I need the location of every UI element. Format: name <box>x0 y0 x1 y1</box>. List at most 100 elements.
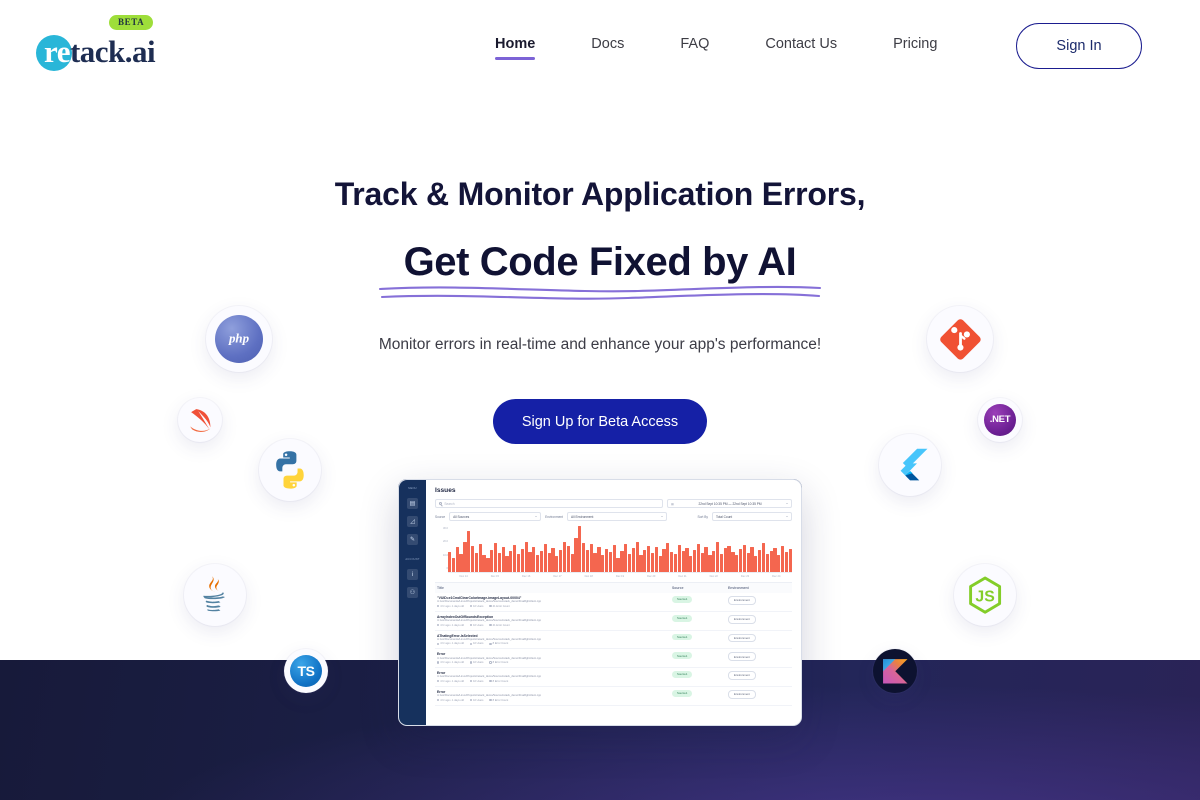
nav-item-docs[interactable]: Docs <box>591 36 624 57</box>
cell-environment: Environment <box>728 671 790 680</box>
typescript-icon: TS <box>284 649 328 693</box>
chart-bar <box>685 548 689 572</box>
environment-badge: Environment <box>728 633 756 643</box>
table-row[interactable]: Error/c:/usr/Documents/Linux/Projects/re… <box>435 668 792 687</box>
alert-icon <box>489 623 492 627</box>
chart-bar <box>486 557 490 572</box>
filter-select-environment[interactable]: All Environment <box>567 512 668 521</box>
issue-error-count: 8 Error Count <box>489 680 508 683</box>
site-header: retack.ai BETA Home Docs FAQ Contact Us … <box>0 0 1200 92</box>
table-row[interactable]: AThatingError-IsSelected/c:/usr/Document… <box>435 631 792 650</box>
dashboard-date-range-picker[interactable]: ▦ 22nd Sept 10:35 PM — 22nd Sept 10:35 P… <box>667 499 792 508</box>
chevron-down-icon <box>661 516 664 517</box>
calendar-icon: ▦ <box>671 501 675 506</box>
x-tick: Dec 23 <box>740 575 750 578</box>
sidebar-chart-icon[interactable]: ◿ <box>407 516 418 527</box>
sidebar-list-icon[interactable]: ▤ <box>407 498 418 509</box>
signup-beta-access-button[interactable]: Sign Up for Beta Access <box>493 399 707 444</box>
sidebar-user-icon[interactable]: ⚇ <box>407 587 418 598</box>
chart-bar <box>735 554 739 572</box>
chart-bar <box>681 550 685 572</box>
dashboard-search-row: Search ▦ 22nd Sept 10:35 PM — 22nd Sept … <box>435 499 792 508</box>
cell-environment: Environment <box>728 689 790 699</box>
chart-bar <box>585 549 590 572</box>
kotlin-icon <box>873 649 917 693</box>
chart-bar <box>624 544 628 572</box>
chart-bar <box>712 550 716 572</box>
issue-age: 4 hr ago • 1 days old <box>437 642 464 645</box>
logo-text-suffix: tack.ai <box>69 34 156 69</box>
chart-bar <box>566 546 570 572</box>
chart-bar <box>516 553 521 572</box>
alert-icon <box>489 680 492 683</box>
issue-path: /c:/usr/Documents/Linux/Projects/retack_… <box>437 675 542 679</box>
chart-bar <box>708 554 712 572</box>
chart-bar <box>754 555 758 572</box>
chart-bar <box>570 553 574 572</box>
users-icon <box>469 642 473 645</box>
chart-bar <box>723 548 727 572</box>
nav-item-contact-us[interactable]: Contact Us <box>765 36 837 57</box>
chevron-down-icon <box>535 516 538 517</box>
sidebar-info-icon[interactable]: i <box>407 569 418 580</box>
chart-bar <box>524 542 528 572</box>
brand-logo[interactable]: retack.ai BETA <box>32 15 232 76</box>
chart-bar <box>463 542 467 572</box>
table-row[interactable]: ArrayIndexOutOfBoundsException/c:/usr/Do… <box>435 612 792 631</box>
environment-badge: Environment <box>728 596 756 605</box>
chart-bar <box>738 549 743 572</box>
cell-source: Source1 <box>672 671 728 678</box>
chart-bar <box>662 549 666 572</box>
chart-bar <box>467 530 471 572</box>
filter-label-sort-by: Sort By <box>697 514 708 519</box>
nav-item-faq[interactable]: FAQ <box>680 36 709 57</box>
sign-in-button[interactable]: Sign In <box>1016 23 1142 69</box>
issue-error-count: 41 Error Count <box>489 605 510 608</box>
chart-bar <box>788 549 792 572</box>
nav-item-pricing[interactable]: Pricing <box>893 36 937 57</box>
swift-icon <box>178 398 222 442</box>
issue-age: 4 hr ago • 1 days old <box>437 661 464 664</box>
dashboard-search-input[interactable]: Search <box>435 499 663 508</box>
chart-bar <box>719 553 724 572</box>
issue-path: /c:/usr/Documents/Linux/Projects/retack_… <box>437 656 542 660</box>
issue-meta: 4 hr ago • 1 days old 10 Users 41 Error Co… <box>437 624 668 627</box>
issues-table: Title Source Environment "VUID=e1CmdClea… <box>435 582 792 706</box>
chart-bar <box>620 550 624 572</box>
issue-users: 10 Users <box>469 680 483 683</box>
chart-bar <box>647 546 651 572</box>
filter-select-sort-by[interactable]: Total Count <box>712 512 792 521</box>
chart-bar <box>482 554 486 572</box>
alert-icon <box>489 642 492 645</box>
source-badge: Source1 <box>672 671 693 678</box>
col-source: Source <box>672 586 684 590</box>
dashboard-sidebar: MENU ▤ ◿ ✎ ACCOUNT i ⚇ <box>399 480 426 725</box>
chart-bar <box>781 546 785 572</box>
chart-bar <box>589 544 593 572</box>
x-tick: Dec 15 <box>490 575 499 578</box>
table-row[interactable]: "VUID=e1CmdClearColorImage-imageLayout-0… <box>435 593 792 612</box>
cell-source: Source1 <box>672 596 728 603</box>
cell-title: Error/c:/usr/Documents/Linux/Projects/re… <box>437 690 672 702</box>
chart-plot-area: Dec 14 Dec 15 Dec 16 Dec 17 Dec 18 Dec 19 Dec … <box>448 526 792 578</box>
issue-meta: 4 hr ago • 1 days old 10 Users 8 Error Cou… <box>437 661 668 664</box>
chevron-down-icon <box>785 503 788 504</box>
issue-users: 10 Users <box>469 642 483 645</box>
chart-bar <box>689 555 693 572</box>
git-icon <box>927 306 993 372</box>
headline-line-1: Track & Monitor Application Errors, <box>334 176 866 212</box>
issue-users: 10 Users <box>469 661 483 664</box>
issue-path: /c:/usr/Documents/Linux/Projects/retack_… <box>437 600 542 604</box>
dashboard-filter-row: Source All Sources Environment All Envir… <box>435 512 792 521</box>
issue-age: 4 hr ago • 1 days old <box>437 624 464 627</box>
table-row[interactable]: Error/c:/usr/Documents/Linux/Projects/re… <box>435 687 792 706</box>
nav-item-home[interactable]: Home <box>495 36 536 60</box>
sidebar-edit-icon[interactable]: ✎ <box>407 534 418 545</box>
issue-error-count: 8 Error Count <box>489 699 508 702</box>
issue-meta: 4 hr ago • 1 days old 10 Users 8 Error Cou… <box>437 680 668 683</box>
chart-bar <box>532 547 536 572</box>
filter-select-source[interactable]: All Sources <box>449 512 542 521</box>
col-title: Title <box>437 586 444 590</box>
cell-source: Source1 <box>672 652 728 660</box>
table-row[interactable]: Error/c:/usr/Documents/Linux/Projects/re… <box>435 649 792 668</box>
